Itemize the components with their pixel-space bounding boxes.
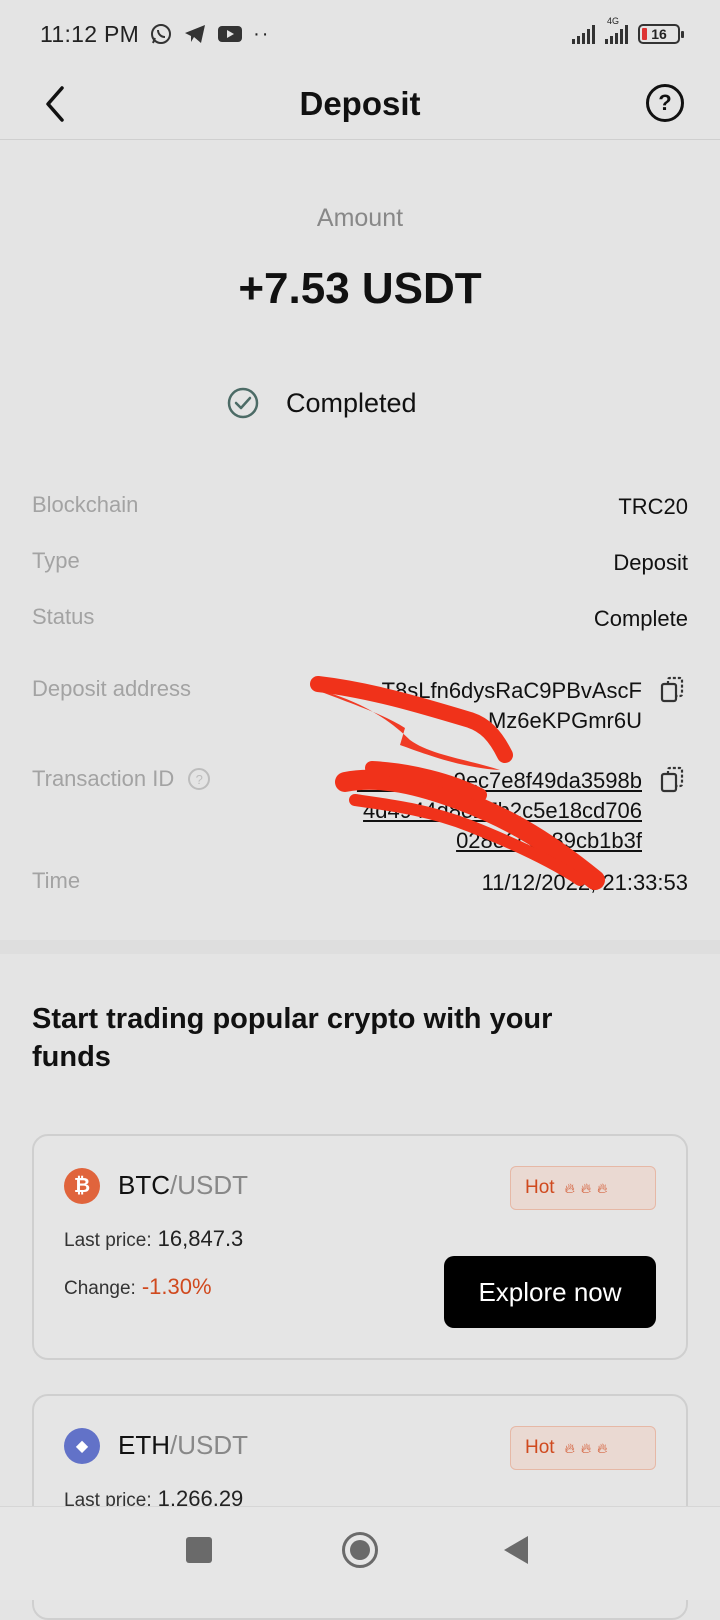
deposit-address-line: Mz6eKPGmr6U — [487, 708, 642, 733]
battery-icon: 16 — [638, 24, 684, 44]
hot-label: Hot — [525, 1437, 555, 1458]
flame-icon: 🔥︎ — [564, 1439, 575, 1456]
pair-quote: /USDT — [170, 1430, 248, 1460]
type-label: Type — [32, 548, 80, 573]
trading-pair[interactable]: BTC/USDT — [118, 1170, 248, 1201]
completion-status: Completed — [226, 386, 417, 420]
transaction-id-label-text: Transaction ID — [32, 766, 175, 791]
ethereum-icon: ◆ — [64, 1428, 100, 1464]
hot-badge: Hot 🔥︎ 🔥︎ 🔥︎ — [510, 1166, 656, 1210]
flame-icons: 🔥︎ 🔥︎ 🔥︎ — [565, 1180, 608, 1197]
time-label: Time — [32, 868, 81, 893]
network-type: 4G — [607, 16, 620, 26]
explore-now-button[interactable]: Explore now — [444, 1256, 656, 1328]
detail-row-type: Type Deposit — [32, 548, 688, 578]
deposit-address-value: T8sLfn6dysRaC9PBvAscF Mz6eKPGmr6U — [382, 676, 642, 736]
status-label: Status — [32, 604, 95, 629]
system-icons: 4G 16 — [572, 16, 684, 44]
transaction-id-line: 4d4944d8e27b2c5e18cd706 — [363, 798, 642, 823]
flame-icon: 🔥︎ — [564, 1179, 575, 1196]
detail-row-transaction-id: Transaction ID? 48d4989c9ec7e8f49da3598b… — [32, 766, 688, 856]
deposit-address-label: Deposit address — [32, 676, 191, 701]
change-row: Change: -1.30% — [64, 1274, 212, 1300]
battery-level: 16 — [651, 26, 667, 42]
flame-icon: 🔥︎ — [597, 1179, 608, 1196]
page-title: Deposit — [299, 84, 421, 122]
section-divider — [0, 940, 720, 954]
help-icon: ? — [658, 90, 672, 115]
last-price-value: 16,847.3 — [157, 1226, 244, 1251]
last-price-label: Last price: — [64, 1230, 152, 1251]
type-value: Deposit — [613, 550, 688, 575]
telegram-icon — [185, 25, 206, 43]
transaction-id-label: Transaction ID? — [32, 766, 211, 792]
change-value: -1.30% — [141, 1274, 212, 1299]
app-header: Deposit ? — [0, 68, 720, 140]
status-bar: 11:12 PM ·· 4G 16 — [0, 0, 720, 68]
signal-4g-icon: 4G — [605, 16, 628, 44]
detail-row-blockchain: Blockchain TRC20 — [32, 492, 688, 522]
system-navigation-bar — [0, 1506, 720, 1600]
status-time: 11:12 PM — [40, 20, 140, 47]
transaction-id-link[interactable]: 48d4989c9ec7e8f49da3598b 4d4944d8e27b2c5… — [357, 766, 642, 856]
detail-row-time: Time 11/12/2022, 21:33:53 — [32, 868, 688, 898]
amount-label: Amount — [316, 204, 404, 232]
whatsapp-icon — [151, 24, 172, 44]
home-button[interactable] — [342, 1532, 378, 1568]
pair-quote: /USDT — [170, 1170, 248, 1200]
system-back-button[interactable] — [504, 1536, 528, 1564]
hot-badge: Hot 🔥︎ 🔥︎ 🔥︎ — [510, 1426, 656, 1470]
youtube-icon — [218, 26, 243, 42]
detail-row-deposit-address: Deposit address T8sLfn6dysRaC9PBvAscF Mz… — [32, 676, 688, 736]
deposit-address-line: T8sLfn6dysRaC9PBvAscF — [381, 678, 642, 703]
flame-icon: 🔥︎ — [597, 1439, 608, 1456]
copy-address-icon[interactable] — [660, 676, 684, 704]
flame-icon: 🔥︎ — [580, 1179, 592, 1196]
hot-label: Hot — [525, 1177, 555, 1198]
transaction-id-line: 48d4989c9ec7e8f49da3598b — [356, 768, 642, 793]
more-notifications-icon: ·· — [253, 22, 271, 45]
flame-icons: 🔥︎ 🔥︎ 🔥︎ — [565, 1440, 608, 1457]
status-value: Complete — [593, 606, 688, 631]
blockchain-value: TRC20 — [618, 494, 688, 519]
back-button[interactable] — [38, 82, 78, 126]
last-price-row: Last price: 16,847.3 — [64, 1226, 243, 1252]
check-circle-icon — [227, 387, 259, 419]
amount-value: +7.53 USDT — [238, 264, 482, 313]
bitcoin-icon: ₿ — [64, 1168, 100, 1204]
detail-row-status: Status Complete — [32, 604, 688, 634]
trading-pair[interactable]: ETH/USDT — [118, 1430, 248, 1461]
help-button[interactable]: ? — [646, 84, 684, 122]
pair-base: BTC — [118, 1170, 170, 1200]
flame-icon: 🔥︎ — [580, 1439, 592, 1456]
copy-transaction-id-icon[interactable] — [660, 766, 684, 794]
notification-icons: ·· — [149, 22, 270, 46]
market-card-btc: ₿ BTC/USDT Hot 🔥︎ 🔥︎ 🔥︎ Last price: 16,847.… — [32, 1134, 688, 1360]
time-value: 11/12/2022, 21:33:53 — [481, 870, 688, 895]
blockchain-label: Blockchain — [32, 492, 139, 517]
recents-button[interactable] — [186, 1537, 212, 1563]
info-icon[interactable]: ? — [188, 768, 211, 790]
transaction-id-line: 028e6c6c89cb1b3f — [456, 828, 642, 853]
completion-status-text: Completed — [286, 387, 417, 418]
promo-title: Start trading popular crypto with your f… — [32, 1003, 553, 1073]
pair-base: ETH — [118, 1430, 170, 1460]
signal-icon — [572, 24, 595, 44]
chevron-left-icon — [46, 86, 64, 122]
change-label: Change: — [64, 1278, 136, 1299]
